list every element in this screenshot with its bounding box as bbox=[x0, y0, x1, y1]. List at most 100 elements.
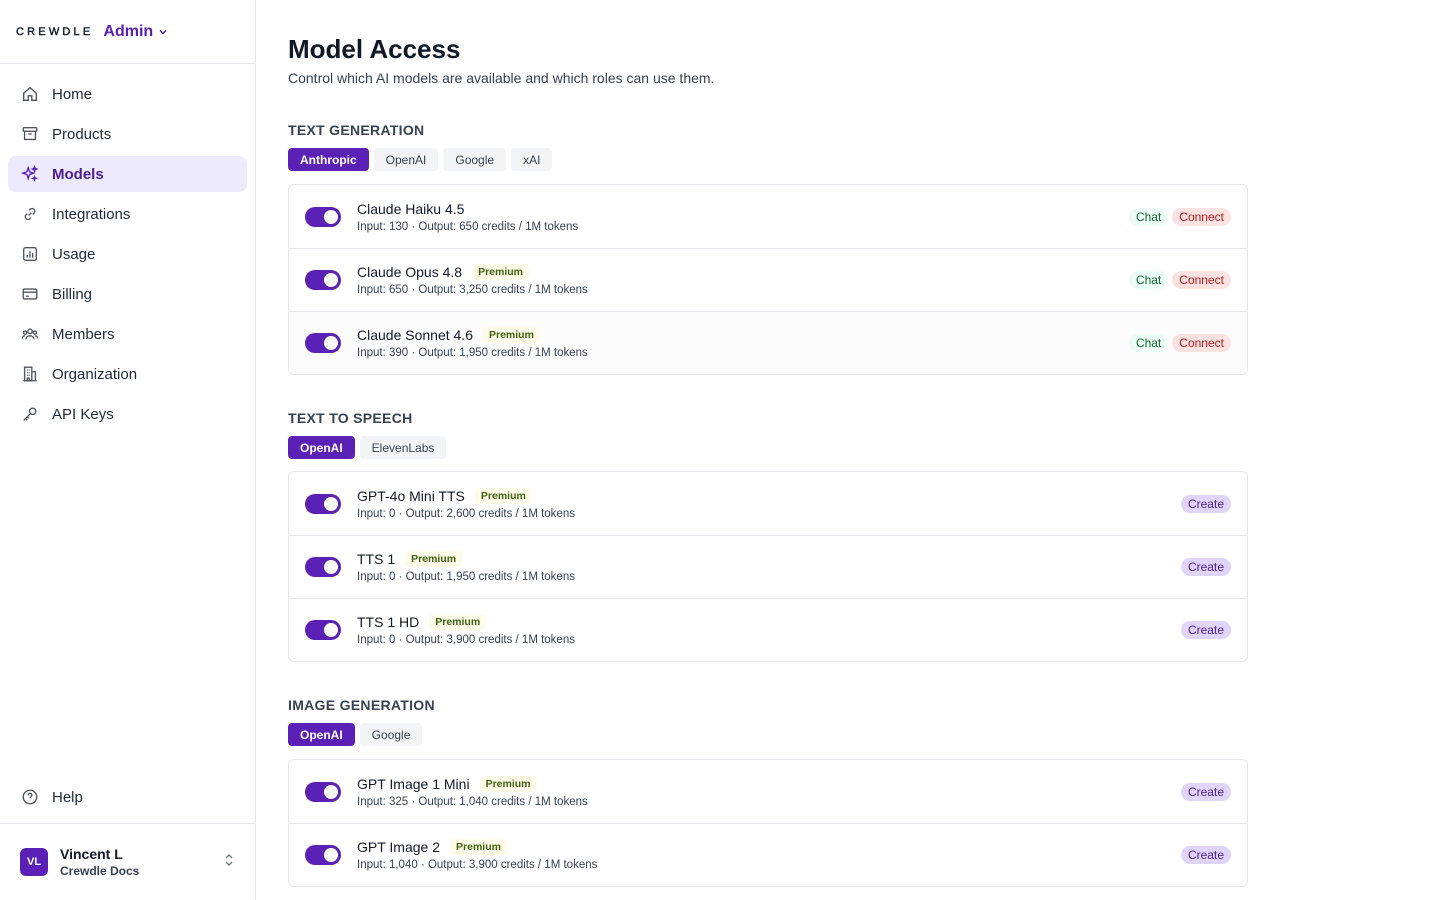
model-toggle[interactable] bbox=[305, 845, 341, 865]
page-title: Model Access bbox=[288, 34, 461, 64]
model-name: TTS 1 HD bbox=[357, 614, 420, 630]
sidebar-item-label: API Keys bbox=[52, 405, 114, 423]
model-row: Claude Sonnet 4.6 Premium Input: 390 · Ou… bbox=[289, 311, 1247, 374]
question-circle-icon bbox=[20, 787, 40, 807]
model-toggle[interactable] bbox=[305, 333, 341, 353]
role-badge-chat: Chat bbox=[1128, 334, 1169, 352]
sidebar-item-label: Organization bbox=[52, 365, 138, 383]
tab-openai[interactable]: OpenAI bbox=[373, 148, 439, 171]
sidebar-item-label: Integrations bbox=[52, 205, 131, 223]
tab-elevenlabs[interactable]: ElevenLabs bbox=[359, 436, 447, 459]
role-badge-chat: Chat bbox=[1128, 271, 1169, 289]
section-title-text-generation: TEXT GENERATION bbox=[288, 122, 425, 138]
role-badge-create: Create bbox=[1180, 846, 1231, 864]
model-toggle[interactable] bbox=[305, 206, 341, 227]
premium-badge: Premium bbox=[479, 775, 537, 792]
premium-badge: Premium bbox=[450, 839, 507, 855]
brand-header: CREWDLE Admin bbox=[0, 0, 255, 64]
provider-tabs-text-generation: Anthropic OpenAI Google xAI bbox=[288, 148, 553, 171]
model-row: Claude Opus 4.8 Premium Input: 650 · Outp… bbox=[289, 248, 1247, 311]
home-icon bbox=[20, 84, 40, 104]
model-row: Claude Haiku 4.5 Input: 130 · Output: 65… bbox=[289, 185, 1247, 248]
sidebar-item-organization[interactable]: Organization bbox=[8, 356, 247, 392]
sidebar-item-models[interactable]: Models bbox=[8, 156, 247, 192]
model-toggle[interactable] bbox=[305, 493, 341, 514]
role-badges: Create bbox=[1180, 846, 1231, 864]
premium-badge: Premium bbox=[474, 487, 532, 504]
link-icon bbox=[20, 204, 40, 224]
role-badges: Chat Connect bbox=[1128, 334, 1231, 352]
model-row: GPT Image 1 Mini Premium Input: 325 · Out… bbox=[289, 760, 1247, 823]
model-list-image-generation: GPT Image 1 Mini Premium Input: 325 · Out… bbox=[288, 759, 1248, 887]
chevron-down-icon bbox=[159, 29, 167, 35]
workspace-switcher[interactable]: Admin bbox=[103, 23, 169, 41]
help-section: Help bbox=[8, 779, 247, 819]
sidebar-item-api-keys[interactable]: API Keys bbox=[8, 396, 247, 432]
model-row: TTS 1 HD Premium Input: 0 · Output: 3,900… bbox=[289, 598, 1247, 661]
sidebar-item-billing[interactable]: Billing bbox=[8, 276, 247, 312]
sidebar-item-help[interactable]: Help bbox=[8, 779, 247, 815]
sidebar-item-label: Help bbox=[52, 788, 83, 806]
sidebar-item-label: Models bbox=[52, 165, 104, 183]
tab-openai[interactable]: OpenAI bbox=[288, 723, 355, 746]
model-list-text-generation: Claude Haiku 4.5 Input: 130 · Output: 65… bbox=[288, 184, 1248, 375]
sidebar-item-usage[interactable]: Usage bbox=[8, 236, 247, 272]
sparkles-icon bbox=[20, 164, 40, 184]
model-pricing: Input: 130 · Output: 650 credits / 1M to… bbox=[357, 220, 579, 233]
provider-tabs-text-to-speech: OpenAI ElevenLabs bbox=[288, 436, 447, 459]
sidebar-item-home[interactable]: Home bbox=[8, 76, 247, 112]
tab-xai[interactable]: xAI bbox=[511, 148, 553, 171]
role-badge-create: Create bbox=[1180, 558, 1231, 576]
role-badge-create: Create bbox=[1180, 494, 1231, 513]
sidebar-item-label: Usage bbox=[52, 245, 96, 263]
tab-anthropic[interactable]: Anthropic bbox=[288, 148, 369, 171]
sidebar-item-integrations[interactable]: Integrations bbox=[8, 196, 247, 232]
model-pricing: Input: 390 · Output: 1,950 credits / 1M … bbox=[357, 347, 588, 359]
tab-openai[interactable]: OpenAI bbox=[288, 436, 355, 459]
user-name: Vincent L bbox=[60, 846, 123, 862]
role-badges: Chat Connect bbox=[1128, 207, 1231, 226]
workspace-label: Admin bbox=[103, 22, 154, 40]
model-toggle[interactable] bbox=[305, 557, 341, 577]
role-badges: Create bbox=[1180, 782, 1231, 801]
model-name: Claude Haiku 4.5 bbox=[357, 200, 465, 217]
role-badges: Create bbox=[1180, 558, 1231, 576]
role-badges: Create bbox=[1180, 621, 1231, 639]
model-pricing: Input: 1,040 · Output: 3,900 credits / 1… bbox=[357, 859, 598, 871]
model-name: GPT Image 2 bbox=[357, 839, 441, 855]
sidebar-item-products[interactable]: Products bbox=[8, 116, 247, 152]
model-name: Claude Sonnet 4.6 bbox=[357, 327, 473, 343]
model-row: GPT Image 2 Premium Input: 1,040 · Output… bbox=[289, 823, 1247, 886]
model-row: TTS 1 Premium Input: 0 · Output: 1,950 cr… bbox=[289, 535, 1247, 598]
key-icon bbox=[20, 404, 40, 424]
role-badge-connect: Connect bbox=[1172, 271, 1231, 289]
tab-google[interactable]: Google bbox=[359, 723, 423, 746]
model-pricing: Input: 325 · Output: 1,040 credits / 1M … bbox=[357, 795, 588, 808]
model-pricing: Input: 650 · Output: 3,250 credits / 1M … bbox=[357, 284, 588, 296]
model-name: Claude Opus 4.8 bbox=[357, 264, 463, 280]
sidebar-item-label: Home bbox=[52, 85, 93, 103]
model-pricing: Input: 0 · Output: 3,900 credits / 1M to… bbox=[357, 634, 575, 646]
role-badge-chat: Chat bbox=[1128, 207, 1169, 226]
model-pricing: Input: 0 · Output: 2,600 credits / 1M to… bbox=[357, 507, 575, 520]
model-toggle[interactable] bbox=[305, 781, 341, 802]
role-badge-create: Create bbox=[1180, 621, 1231, 639]
sidebar-item-label: Products bbox=[52, 125, 112, 143]
bar-chart-icon bbox=[20, 244, 40, 264]
model-toggle[interactable] bbox=[305, 270, 341, 290]
user-info: Vincent L Crewdle Docs bbox=[60, 846, 223, 878]
role-badge-connect: Connect bbox=[1172, 334, 1231, 352]
crewdle-logo: CREWDLE bbox=[16, 25, 94, 38]
sidebar-item-label: Billing bbox=[52, 285, 93, 303]
tab-google[interactable]: Google bbox=[443, 148, 507, 171]
model-toggle[interactable] bbox=[305, 620, 341, 640]
user-menu[interactable]: VL Vincent L Crewdle Docs bbox=[0, 823, 255, 900]
model-pricing: Input: 0 · Output: 1,950 credits / 1M to… bbox=[357, 571, 575, 583]
role-badge-connect: Connect bbox=[1172, 207, 1231, 226]
sidebar-item-label: Members bbox=[52, 325, 115, 343]
chevron-up-down-icon[interactable] bbox=[223, 853, 235, 872]
sidebar-item-members[interactable]: Members bbox=[8, 316, 247, 352]
credit-card-icon bbox=[20, 284, 40, 304]
sidebar: CREWDLE Admin Home Products Models Integ… bbox=[0, 0, 256, 900]
premium-badge: Premium bbox=[482, 327, 540, 343]
